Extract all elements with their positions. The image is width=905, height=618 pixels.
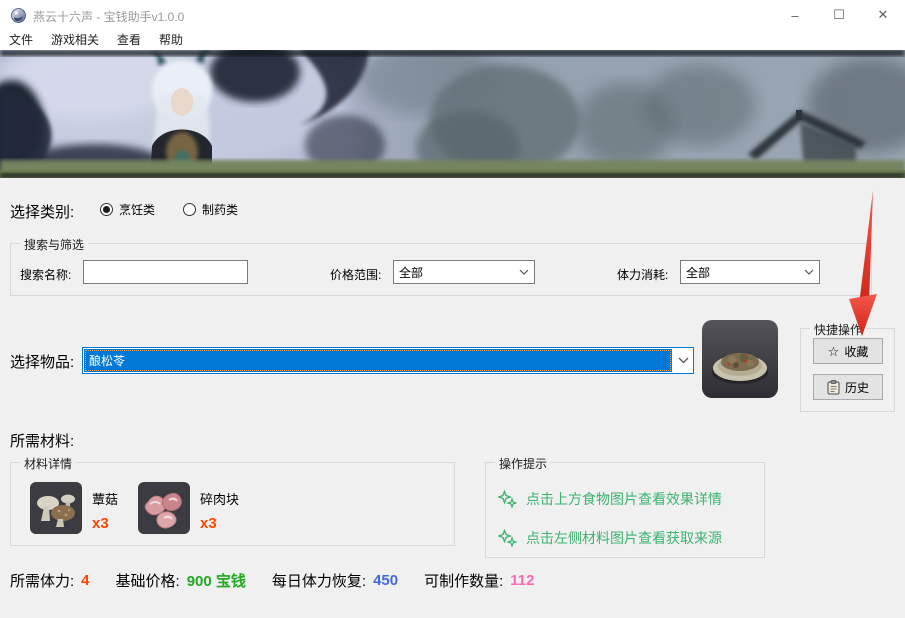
material-image-meat[interactable] xyxy=(138,482,190,534)
sparkle-icon xyxy=(498,528,517,548)
chevron-down-icon xyxy=(514,269,534,275)
minimize-button[interactable]: – xyxy=(773,0,817,30)
close-button[interactable]: ✕ xyxy=(861,0,905,30)
price-range-value: 全部 xyxy=(399,265,424,280)
required-stamina-label: 所需体力: xyxy=(10,573,75,590)
game-banner-image xyxy=(0,50,905,178)
material-image-mushroom[interactable] xyxy=(30,482,82,534)
quick-actions-group-title: 快捷操作 xyxy=(810,321,867,338)
history-button[interactable]: 历史 xyxy=(813,374,883,400)
price-range-label: 价格范围: xyxy=(330,268,382,282)
stamina-cost-value: 全部 xyxy=(686,265,711,280)
item-select-value: 酿松苓 xyxy=(89,354,126,368)
tip-item: 点击左侧材料图片查看获取来源 xyxy=(498,528,722,548)
daily-stamina-recovery-value: 450 xyxy=(373,572,399,589)
app-icon xyxy=(11,8,26,23)
food-image[interactable] xyxy=(702,320,778,398)
category-radio-group: 烹饪类 制药类 xyxy=(100,201,238,218)
search-filter-group-title: 搜索与筛选 xyxy=(20,236,89,253)
stamina-cost-label: 体力消耗: xyxy=(617,268,669,282)
category-label: 选择类别: xyxy=(10,204,75,221)
window-title: 燕云十六声 - 宝钱助手v1.0.0 xyxy=(33,10,185,24)
radio-cooking-label: 烹饪类 xyxy=(119,203,156,217)
radio-medicine-label: 制药类 xyxy=(202,203,239,217)
material-count: x3 xyxy=(200,515,217,532)
radio-cooking-circle xyxy=(100,203,113,216)
favorite-button-label: 收藏 xyxy=(844,344,869,359)
star-icon: ☆ xyxy=(827,343,840,359)
craftable-quantity-label: 可制作数量: xyxy=(424,573,504,590)
menu-help[interactable]: 帮助 xyxy=(150,30,192,50)
maximize-button[interactable]: ☐ xyxy=(817,0,861,30)
item-select-combobox[interactable]: 酿松苓 xyxy=(82,347,694,374)
base-price-label: 基础价格: xyxy=(115,573,180,590)
menu-file[interactable]: 文件 xyxy=(0,30,42,50)
chevron-down-icon xyxy=(673,348,693,373)
search-input[interactable] xyxy=(83,260,248,284)
tip-text: 点击上方食物图片查看效果详情 xyxy=(526,491,722,507)
radio-medicine[interactable]: 制药类 xyxy=(183,201,238,218)
material-name: 碎肉块 xyxy=(200,492,240,507)
craftable-quantity-value: 112 xyxy=(510,572,535,589)
material-count: x3 xyxy=(92,515,109,532)
base-price-value: 900 宝钱 xyxy=(186,573,246,590)
menu-view[interactable]: 查看 xyxy=(108,30,150,50)
menu-bar: 文件 游戏相关 查看 帮助 xyxy=(0,30,905,50)
materials-section-label: 所需材料: xyxy=(10,433,75,450)
radio-medicine-circle xyxy=(183,203,197,216)
stamina-cost-select[interactable]: 全部 xyxy=(680,260,820,284)
status-bar: 所需体力: 4 基础价格: 900 宝钱 每日体力恢复: 450 可制作数量: … xyxy=(10,570,534,591)
chevron-down-icon xyxy=(799,269,819,275)
clipboard-icon xyxy=(827,379,840,395)
history-button-label: 历史 xyxy=(844,380,869,395)
app-window: 燕云十六声 - 宝钱助手v1.0.0 – ☐ ✕ 文件 游戏相关 查看 帮助 选… xyxy=(0,0,905,618)
daily-stamina-recovery-label: 每日体力恢复: xyxy=(271,573,367,590)
sparkle-icon xyxy=(498,489,517,509)
material-name: 蕈菇 xyxy=(92,492,119,507)
tip-item: 点击上方食物图片查看效果详情 xyxy=(498,489,722,509)
price-range-select[interactable]: 全部 xyxy=(393,260,535,284)
item-select-selection: 酿松苓 xyxy=(84,349,672,372)
title-bar: 燕云十六声 - 宝钱助手v1.0.0 – ☐ ✕ xyxy=(0,0,905,30)
favorite-button[interactable]: ☆ 收藏 xyxy=(813,338,883,364)
menu-game-related[interactable]: 游戏相关 xyxy=(42,30,108,50)
radio-cooking[interactable]: 烹饪类 xyxy=(100,201,155,218)
tips-group-title: 操作提示 xyxy=(495,455,552,472)
search-name-label: 搜索名称: xyxy=(20,268,72,282)
item-select-label: 选择物品: xyxy=(10,354,75,371)
materials-group-title: 材料详情 xyxy=(20,455,77,472)
required-stamina-value: 4 xyxy=(81,572,90,589)
tip-text: 点击左侧材料图片查看获取来源 xyxy=(526,530,722,546)
